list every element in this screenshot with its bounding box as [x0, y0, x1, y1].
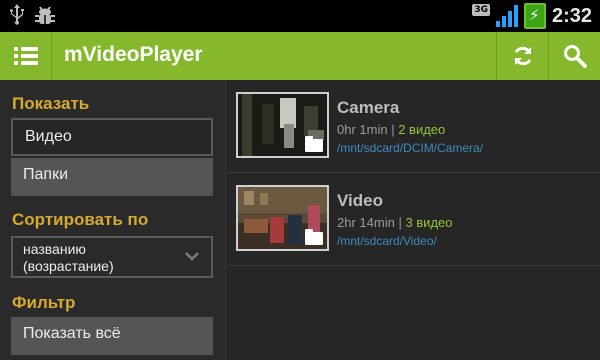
menu-button[interactable] — [0, 32, 52, 80]
folder-video-count: 3 видео — [405, 215, 453, 230]
filter-section-title: Фильтр — [12, 293, 76, 312]
folder-icon — [305, 229, 323, 245]
action-bar: mVideoPlayer — [0, 32, 600, 80]
folder-duration: 2hr 14min — [337, 215, 395, 230]
refresh-icon — [514, 46, 531, 66]
folder-name: Video — [337, 191, 383, 210]
clock: 2:32 — [551, 4, 592, 27]
app-title: mVideoPlayer — [64, 43, 203, 66]
chevron-down-icon — [185, 248, 199, 265]
usb-icon — [8, 3, 26, 31]
folder-path: /mnt/sdcard/DCIM/Camera/ — [337, 141, 484, 155]
refresh-button[interactable] — [496, 32, 548, 80]
search-button[interactable] — [548, 32, 600, 80]
sidebar: Показать Видео Папки Сортировать по назв… — [0, 80, 226, 360]
folder-path: /mnt/sdcard/Video/ — [337, 234, 437, 248]
sort-value-line1: названию — [23, 241, 86, 257]
folder-item-video[interactable]: Video 2hr 14min | 3 видео /mnt/sdcard/Vi… — [227, 173, 600, 266]
folder-meta: 0hr 1min | 2 видео — [337, 122, 445, 137]
folder-video-count: 2 видео — [398, 122, 446, 137]
sort-value-line2: (возрастание) — [23, 258, 114, 274]
folder-item-camera[interactable]: Camera 0hr 1min | 2 видео /mnt/sdcard/DC… — [227, 80, 600, 173]
show-option-video[interactable]: Видео — [11, 118, 213, 156]
bug-icon — [34, 3, 56, 31]
folder-name: Camera — [337, 98, 400, 117]
folder-list: Camera 0hr 1min | 2 видео /mnt/sdcard/DC… — [227, 80, 600, 360]
filter-option-all[interactable]: Показать всё — [11, 317, 213, 355]
show-section-title: Показать — [12, 94, 90, 113]
folder-icon — [305, 136, 323, 152]
status-bar: 3G 2:32 — [0, 0, 600, 32]
signal-icon — [495, 5, 518, 27]
folder-meta: 2hr 14min | 3 видео — [337, 215, 453, 230]
sort-section-title: Сортировать по — [12, 210, 149, 229]
battery-charging-icon — [523, 3, 546, 29]
folder-thumbnail — [236, 92, 329, 158]
search-icon — [563, 45, 587, 68]
folder-thumbnail — [236, 185, 329, 251]
sort-dropdown[interactable]: названию (возрастание) — [11, 236, 213, 278]
show-option-folders[interactable]: Папки — [11, 158, 213, 196]
folder-duration: 0hr 1min — [337, 122, 388, 137]
network-type-badge: 3G — [472, 4, 490, 16]
menu-icon — [13, 47, 38, 65]
